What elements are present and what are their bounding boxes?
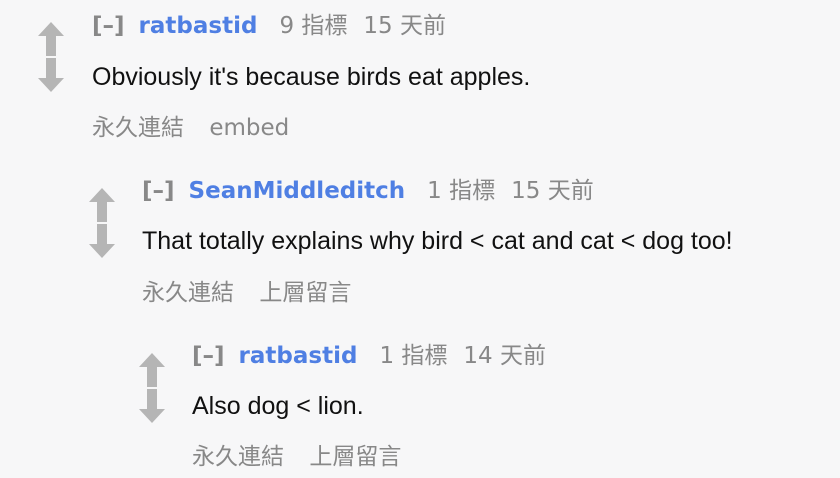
comment-body: Also dog < lion.	[192, 392, 364, 420]
parent-comment-button[interactable]: 上層留言	[259, 280, 351, 306]
upvote-arrow-icon[interactable]	[89, 188, 115, 222]
comment-actions: 永久連結 上層留言	[142, 279, 369, 307]
comment: [–] SeanMiddleditch 1 指標 15 天前 That tota…	[0, 150, 840, 315]
comment-tagline: [–] ratbastid 1 指標 14 天前	[192, 343, 546, 369]
upvote-arrow-icon[interactable]	[38, 22, 64, 56]
comment-body: Obviously it's because birds eat apples.	[92, 63, 531, 91]
parent-comment-button[interactable]: 上層留言	[309, 444, 401, 470]
downvote-arrow-icon[interactable]	[38, 58, 64, 92]
vote-controls	[38, 22, 64, 92]
author-link[interactable]: ratbastid	[139, 13, 258, 39]
comment-body: That totally explains why bird < cat and…	[142, 227, 733, 255]
timestamp: 14 天前	[463, 343, 546, 369]
score-text: 9 指標	[279, 13, 348, 39]
permalink-button[interactable]: 永久連結	[92, 115, 184, 141]
comment: [–] ratbastid 1 指標 14 天前 Also dog < lion…	[0, 315, 840, 478]
comment: [–] ratbastid 9 指標 15 天前 Obviously it's …	[0, 0, 840, 150]
vote-controls	[139, 353, 165, 423]
permalink-button[interactable]: 永久連結	[142, 280, 234, 306]
author-link[interactable]: SeanMiddleditch	[189, 178, 406, 204]
comment-actions: 永久連結 上層留言	[192, 443, 419, 471]
permalink-button[interactable]: 永久連結	[192, 444, 284, 470]
score-text: 1 指標	[427, 178, 496, 204]
vote-controls	[89, 188, 115, 258]
timestamp: 15 天前	[363, 13, 446, 39]
score-text: 1 指標	[379, 343, 448, 369]
comment-tagline: [–] SeanMiddleditch 1 指標 15 天前	[142, 178, 594, 204]
embed-button[interactable]: embed	[209, 115, 289, 141]
comment-tagline: [–] ratbastid 9 指標 15 天前	[92, 13, 446, 39]
collapse-toggle[interactable]: [–]	[142, 178, 175, 204]
collapse-toggle[interactable]: [–]	[92, 13, 125, 39]
comment-actions: 永久連結 embed	[92, 114, 307, 142]
collapse-toggle[interactable]: [–]	[192, 343, 225, 369]
downvote-arrow-icon[interactable]	[89, 224, 115, 258]
downvote-arrow-icon[interactable]	[139, 389, 165, 423]
timestamp: 15 天前	[511, 178, 594, 204]
upvote-arrow-icon[interactable]	[139, 353, 165, 387]
author-link[interactable]: ratbastid	[239, 343, 358, 369]
